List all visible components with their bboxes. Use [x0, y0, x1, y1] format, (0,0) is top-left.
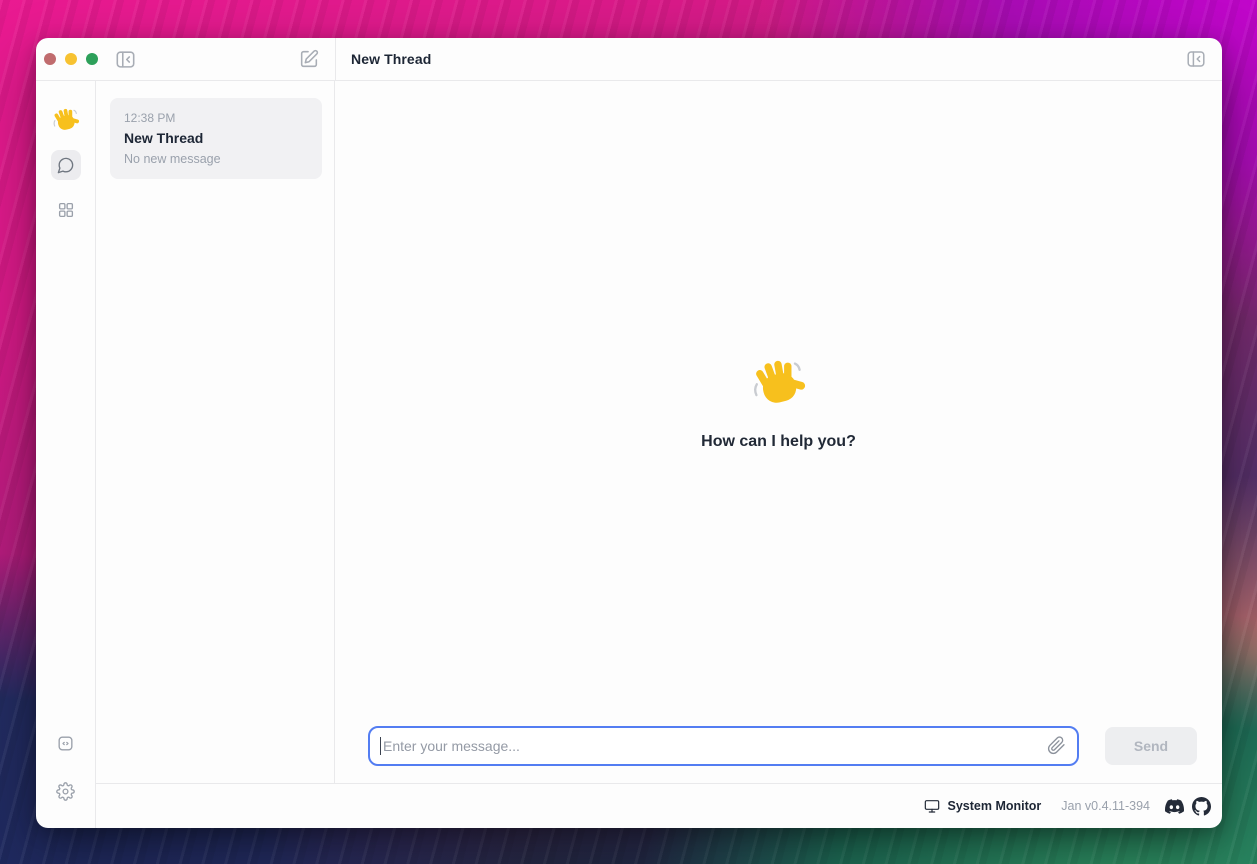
footer-bar: System Monitor Jan v0.4.11-394 [96, 783, 1222, 828]
thread-title: New Thread [124, 130, 308, 146]
window-body: 12:38 PM New Thread No new message How c… [36, 81, 1222, 828]
composer: Send [335, 726, 1222, 783]
panel-collapse-left-icon [115, 49, 136, 70]
thread-list-item[interactable]: 12:38 PM New Thread No new message [110, 98, 322, 179]
github-icon[interactable] [1192, 797, 1211, 816]
titlebar: New Thread [36, 38, 1222, 81]
send-button[interactable]: Send [1105, 727, 1197, 765]
thread-subtitle: No new message [124, 152, 308, 166]
monitor-icon [924, 798, 940, 814]
compose-icon [298, 48, 320, 70]
discord-icon[interactable] [1165, 797, 1184, 816]
content: 12:38 PM New Thread No new message How c… [96, 81, 1222, 828]
titlebar-main: New Thread [335, 38, 1222, 80]
left-rail [36, 81, 96, 828]
system-monitor-button[interactable]: System Monitor [924, 798, 1042, 814]
collapse-right-panel-button[interactable] [1186, 49, 1206, 69]
rail-bottom [51, 728, 81, 806]
close-window-button[interactable] [44, 53, 56, 65]
minimize-window-button[interactable] [65, 53, 77, 65]
waving-hand-icon [751, 357, 807, 413]
grid-apps-icon [57, 201, 75, 219]
chat-main: How can I help you? Send [335, 81, 1222, 783]
content-top: 12:38 PM New Thread No new message How c… [96, 81, 1222, 783]
page-title: New Thread [351, 51, 431, 67]
new-thread-button[interactable] [298, 48, 320, 70]
traffic-lights [44, 53, 98, 65]
app-version: Jan v0.4.11-394 [1061, 799, 1150, 813]
jan-logo-wave-icon [52, 107, 80, 135]
message-input-wrap [368, 726, 1079, 766]
gear-icon [56, 782, 75, 801]
jan-app-window: New Thread [36, 38, 1222, 828]
panel-collapse-right-icon [1186, 49, 1206, 69]
rail-item-hub[interactable] [51, 195, 81, 225]
message-input[interactable] [368, 726, 1079, 766]
rail-item-threads[interactable] [51, 150, 81, 180]
thread-list-panel: 12:38 PM New Thread No new message [96, 81, 335, 783]
empty-state: How can I help you? [335, 81, 1222, 726]
greeting-text: How can I help you? [701, 433, 856, 451]
titlebar-left [36, 38, 335, 80]
attach-file-button[interactable] [1047, 736, 1066, 755]
thread-time: 12:38 PM [124, 111, 308, 125]
collapse-left-panel-button[interactable] [115, 49, 136, 70]
system-monitor-label: System Monitor [948, 799, 1042, 813]
chat-bubble-icon [56, 156, 75, 175]
footer-social-icons [1165, 797, 1211, 816]
rail-item-settings[interactable] [51, 776, 81, 806]
local-api-server-icon [56, 734, 75, 753]
zoom-window-button[interactable] [86, 53, 98, 65]
rail-item-local-api-server[interactable] [51, 728, 81, 758]
